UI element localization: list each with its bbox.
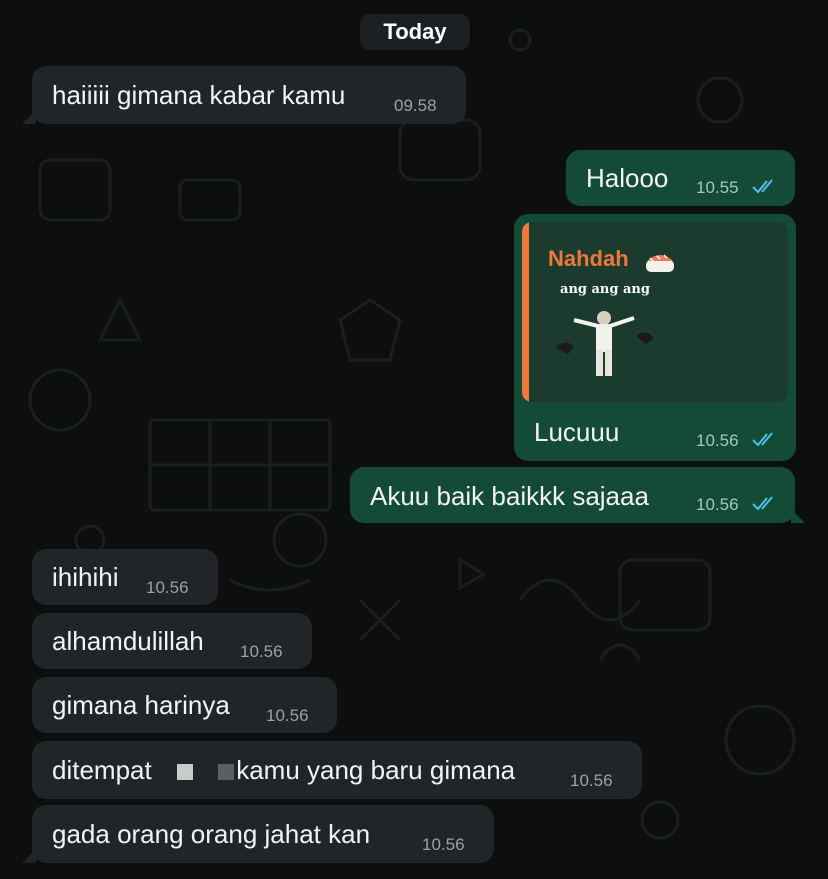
message-text: ditempat kamu yang baru gimana [52, 755, 515, 785]
reply-sender-name: Nahdah [548, 246, 629, 271]
bubble-tail [791, 509, 805, 523]
message-text-end: kamu yang baru gimana [236, 755, 516, 785]
message-text: alhamdulillah [52, 626, 204, 656]
message-bubble-incoming[interactable]: gimana harinya 10.56 [32, 677, 337, 733]
message-bubble-incoming[interactable]: gada orang orang jahat kan 10.56 [22, 805, 494, 863]
double-check-icon [752, 179, 773, 194]
message-timestamp: 10.55 [696, 178, 739, 197]
message-timestamp: 10.56 [146, 578, 189, 597]
message-timestamp: 09.58 [394, 96, 437, 115]
sticker-figure-image [556, 311, 654, 376]
sticker-preview: ang ang ang [550, 280, 660, 390]
message-timestamp: 10.56 [570, 771, 613, 790]
message-text: ihihihi [52, 562, 119, 592]
message-timestamp: 10.56 [696, 431, 739, 450]
message-text: gimana harinya [52, 690, 230, 720]
message-text: Halooo [586, 163, 669, 193]
message-text-start: ditempat [52, 755, 152, 785]
message-bubble-incoming[interactable]: ditempat kamu yang baru gimana 10.56 [32, 741, 642, 799]
bubble-tail [22, 849, 36, 863]
message-text: gada orang orang jahat kan [52, 819, 371, 849]
message-bubble-incoming[interactable]: ihihihi 10.56 [32, 549, 218, 605]
message-bubble-outgoing-reply[interactable]: Nahdah ang ang ang Lucuuu 10.56 [514, 214, 796, 461]
message-timestamp: 10.56 [240, 642, 283, 661]
double-check-icon [752, 496, 773, 511]
message-text: haiiiii gimana kabar kamu [52, 80, 346, 110]
message-bubble-incoming[interactable]: alhamdulillah 10.56 [32, 613, 312, 669]
date-separator: Today [360, 14, 470, 50]
redacted-square [218, 764, 235, 781]
message-bubble-incoming[interactable]: haiiiii gimana kabar kamu 09.58 [22, 66, 466, 124]
message-timestamp: 10.56 [422, 835, 465, 854]
message-timestamp: 10.56 [266, 706, 309, 725]
message-bubble-outgoing[interactable]: Halooo 10.55 [566, 150, 795, 206]
chat-screen: Today haiiiii gimana kabar kamu 09.58 Ha… [0, 0, 828, 879]
message-text: Lucuuu [534, 417, 620, 447]
message-text: Akuu baik baikkk sajaaa [370, 481, 649, 511]
reply-accent-bar [522, 222, 529, 402]
message-timestamp: 10.56 [696, 495, 739, 514]
quoted-reply[interactable]: Nahdah ang ang ang [522, 222, 788, 402]
bubble-tail [22, 110, 36, 124]
sushi-icon [646, 254, 674, 272]
message-bubble-outgoing[interactable]: Akuu baik baikkk sajaaa 10.56 [350, 467, 805, 523]
double-check-icon [752, 432, 773, 447]
redacted-square [176, 764, 193, 781]
